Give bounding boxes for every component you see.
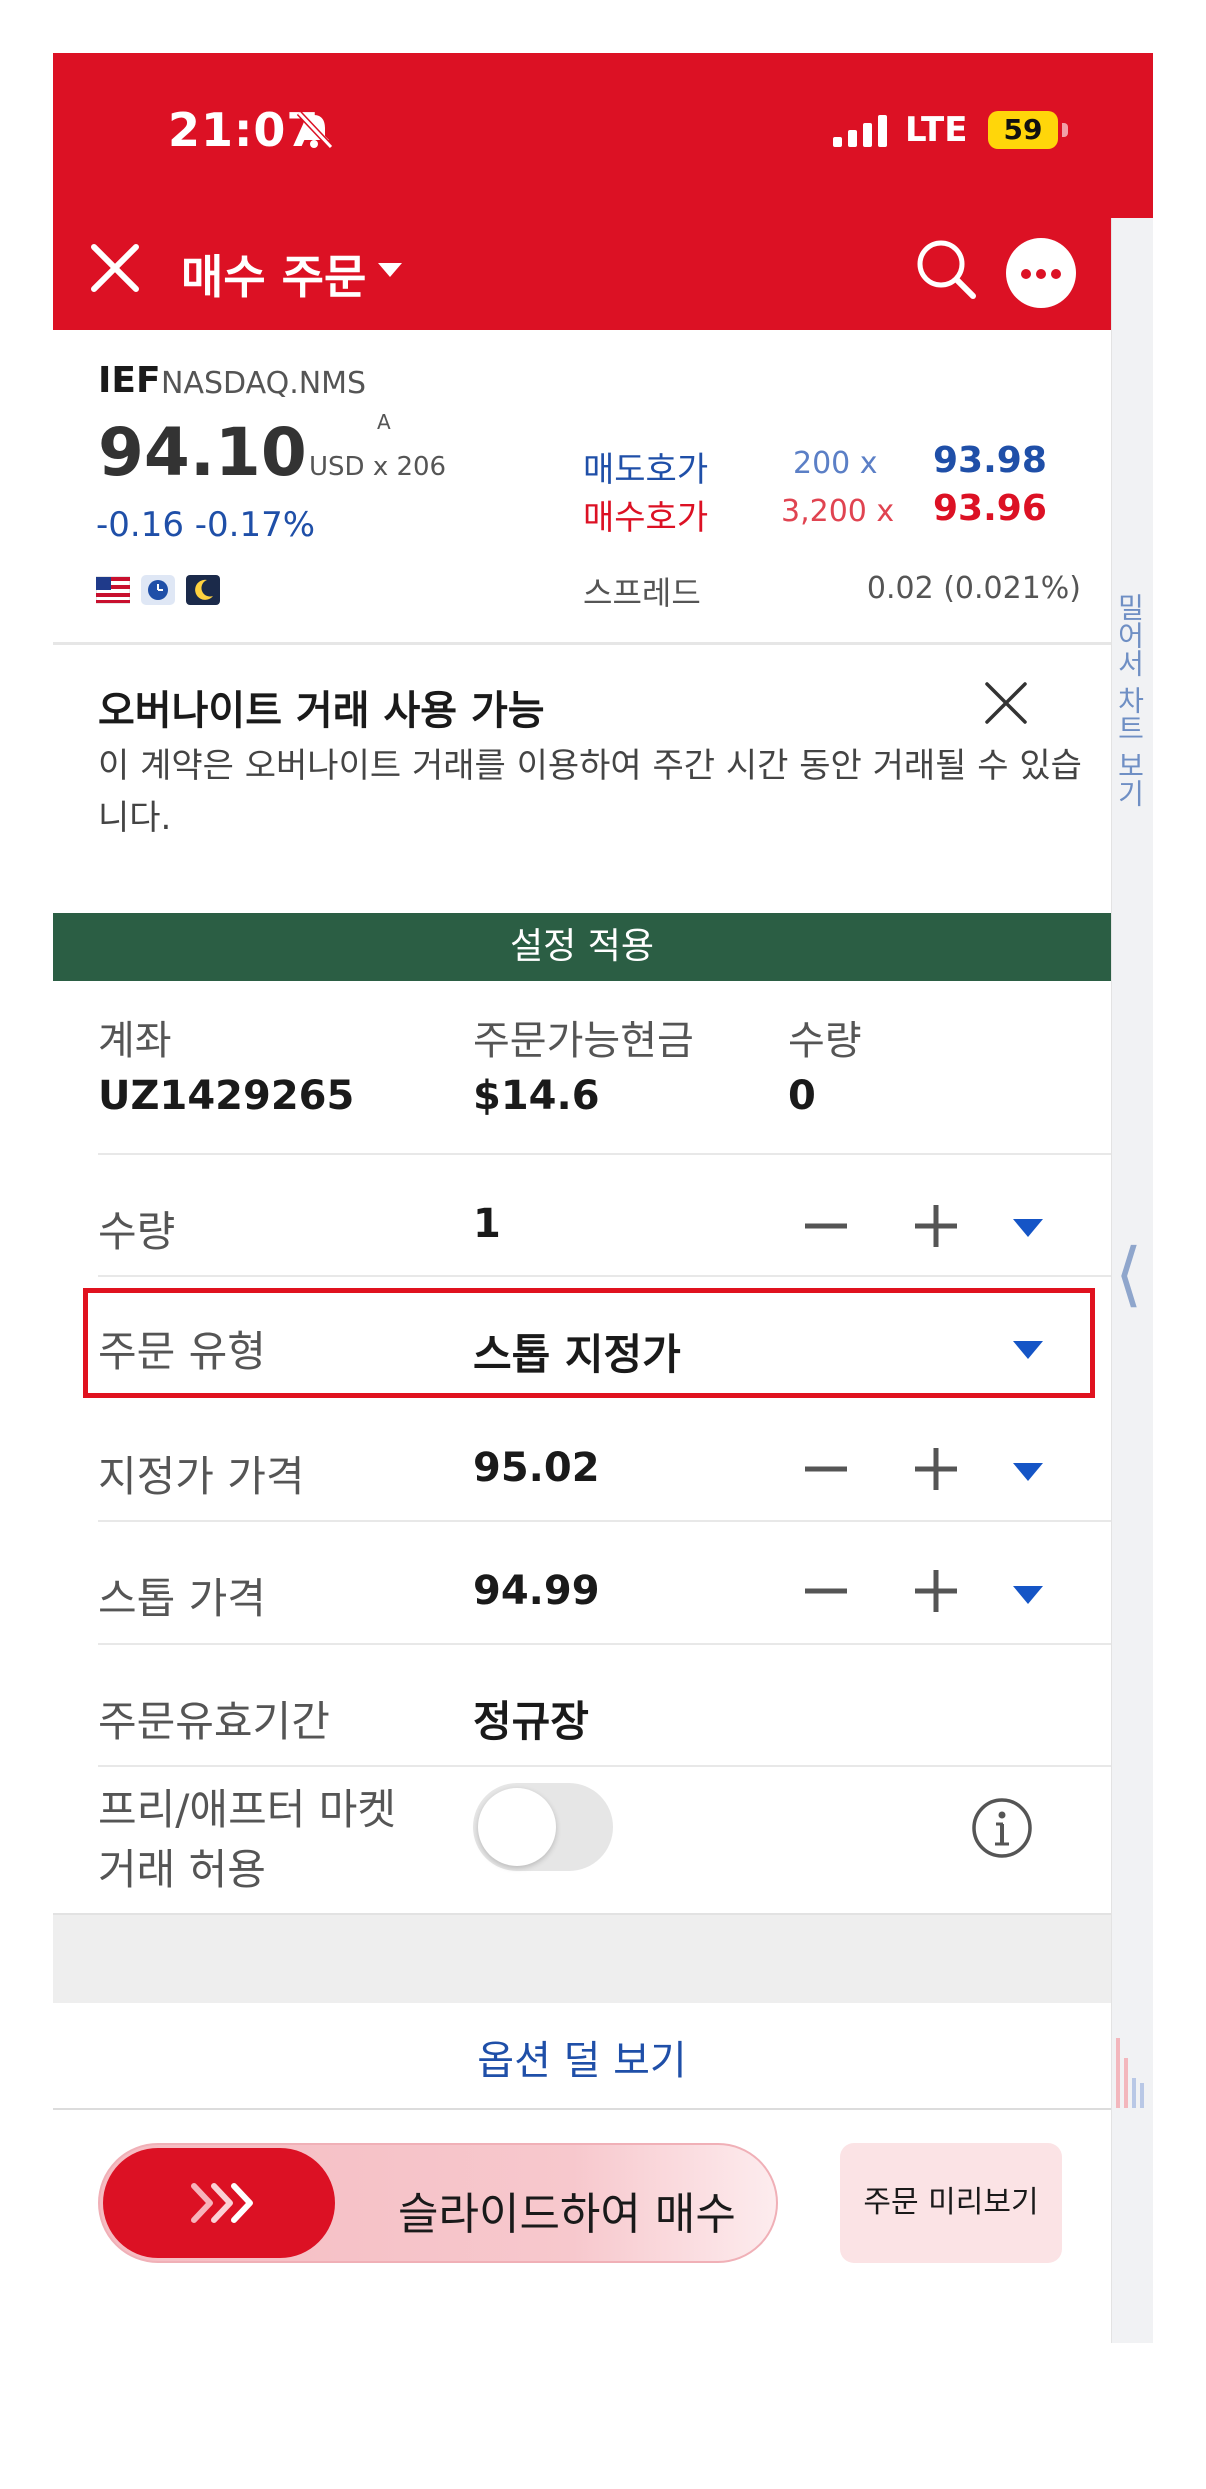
available-cash-label: 주문가능현금 xyxy=(473,1018,694,1064)
bell-muted-icon xyxy=(296,110,334,150)
quote-panel: IEF NASDAQ.NMS 94.10 A USD x 206 -0.16 -… xyxy=(53,330,1111,645)
caret-down-icon xyxy=(1013,1341,1043,1359)
close-icon[interactable] xyxy=(88,241,142,295)
notice-title: 오버나이트 거래 사용 가능 xyxy=(98,688,545,734)
price-change: -0.16 -0.17% xyxy=(96,505,316,545)
dot-icon xyxy=(1051,269,1061,279)
quantity-dropdown-button[interactable] xyxy=(1003,1201,1053,1251)
divider xyxy=(98,1520,1111,1522)
stop-price-decrement-button[interactable] xyxy=(793,1558,859,1624)
clock-icon xyxy=(141,575,175,605)
quantity-input[interactable]: 1 xyxy=(473,1201,501,1247)
dot-icon xyxy=(1021,269,1031,279)
caret-down-icon xyxy=(1013,1219,1043,1237)
apply-settings-button[interactable]: 설정 적용 xyxy=(53,913,1111,981)
moon-icon xyxy=(186,575,220,605)
notice-body: 이 계약은 오버나이트 거래를 이용하여 주간 시간 동안 거래될 수 있습니다… xyxy=(98,746,1082,838)
ask-size: 200 x xyxy=(793,446,878,481)
limit-price-label: 지정가 가격 xyxy=(98,1452,305,1501)
info-icon[interactable] xyxy=(970,1796,1034,1860)
bid-size: 3,200 x xyxy=(781,494,895,529)
divider xyxy=(98,1765,1111,1767)
close-icon[interactable] xyxy=(983,680,1029,726)
stop-price-dropdown-button[interactable] xyxy=(1003,1568,1053,1618)
stop-price-input[interactable]: 94.99 xyxy=(473,1568,600,1614)
overnight-notice: 오버나이트 거래 사용 가능 이 계약은 오버나이트 거래를 이용하여 주간 시… xyxy=(53,648,1111,913)
account-value[interactable]: UZ1429265 xyxy=(98,1073,354,1119)
more-options-button[interactable] xyxy=(1006,238,1076,308)
caret-down-icon xyxy=(1013,1586,1043,1604)
limit-price-decrement-button[interactable] xyxy=(793,1436,859,1502)
slide-to-buy-label: 슬라이드하여 매수 xyxy=(398,2189,736,2240)
section-spacer xyxy=(53,1913,1111,2003)
order-preview-button[interactable]: 주문 미리보기 xyxy=(840,2143,1062,2263)
signal-icon xyxy=(833,115,887,147)
chevrons-right-icon xyxy=(191,2183,253,2223)
battery-indicator: 59 xyxy=(988,111,1058,149)
mini-chart-bar xyxy=(1140,2083,1144,2108)
divider xyxy=(53,2108,1111,2110)
dot-icon xyxy=(1036,269,1046,279)
chevron-down-icon[interactable] xyxy=(378,263,402,277)
stop-price-increment-button[interactable] xyxy=(903,1558,969,1624)
time-in-force-label: 주문유효기간 xyxy=(98,1697,330,1746)
order-type-label: 주문 유형 xyxy=(98,1327,266,1376)
stop-price-label: 스톱 가격 xyxy=(98,1574,266,1623)
order-type-select[interactable]: 스톱 지정가 xyxy=(473,1321,681,1382)
spread-label: 스프레드 xyxy=(583,574,701,612)
ask-label: 매도호가 xyxy=(583,450,709,490)
exchange-label: NASDAQ.NMS xyxy=(161,366,367,401)
limit-price-input[interactable]: 95.02 xyxy=(473,1445,600,1491)
caret-down-icon xyxy=(1013,1463,1043,1481)
divider xyxy=(98,1275,1111,1277)
slide-chart-label: 밀어서 차트 보기 xyxy=(1113,593,1146,807)
phone-screen: 21:07 LTE 59 매수 주문 밀어서 차트 보기 ⟨ IEF NASDA… xyxy=(53,53,1153,2343)
quantity-label: 수량 xyxy=(98,1207,176,1256)
last-price: 94.10 xyxy=(98,414,307,491)
spread-value: 0.02 (0.021%) xyxy=(866,571,1081,606)
battery-nub xyxy=(1062,123,1068,137)
divider xyxy=(98,1643,1111,1645)
ticker-symbol: IEF xyxy=(98,360,161,401)
extended-hours-label-line2: 거래 허용 xyxy=(98,1845,266,1894)
extended-hours-toggle[interactable] xyxy=(473,1783,613,1871)
show-less-options-link[interactable]: 옵션 덜 보기 xyxy=(53,2028,1111,2086)
ask-price[interactable]: 93.98 xyxy=(933,440,1047,481)
divider xyxy=(98,1153,1111,1155)
order-type-dropdown-button[interactable] xyxy=(1003,1323,1053,1373)
quantity-increment-button[interactable] xyxy=(903,1193,969,1259)
search-icon[interactable] xyxy=(913,236,979,302)
network-label: LTE xyxy=(905,110,968,150)
extended-hours-label-line1: 프리/애프터 마켓 xyxy=(98,1785,396,1834)
mini-chart-bar xyxy=(1116,2038,1120,2108)
position-qty-label: 수량 xyxy=(788,1018,862,1064)
mini-chart-bar xyxy=(1132,2078,1136,2108)
price-flag: A xyxy=(377,410,391,434)
extended-hours-label: 프리/애프터 마켓 거래 허용 xyxy=(98,1780,396,1900)
us-flag-icon xyxy=(96,576,130,604)
time-in-force-select[interactable]: 정규장 xyxy=(473,1688,589,1749)
limit-price-increment-button[interactable] xyxy=(903,1436,969,1502)
mini-chart-bar xyxy=(1124,2058,1128,2108)
available-cash-value: $14.6 xyxy=(473,1073,600,1119)
bid-label: 매수호가 xyxy=(583,498,709,538)
account-label: 계좌 xyxy=(98,1018,172,1064)
limit-price-dropdown-button[interactable] xyxy=(1003,1445,1053,1495)
order-side-selector[interactable]: 매수 주문 xyxy=(181,241,366,307)
currency-size: USD x 206 xyxy=(309,452,447,482)
chevron-left-icon[interactable]: ⟨ xyxy=(1115,1233,1142,1315)
bid-price[interactable]: 93.96 xyxy=(933,488,1047,529)
quantity-decrement-button[interactable] xyxy=(793,1193,859,1259)
position-qty-value: 0 xyxy=(788,1073,816,1119)
toggle-knob xyxy=(478,1788,556,1866)
